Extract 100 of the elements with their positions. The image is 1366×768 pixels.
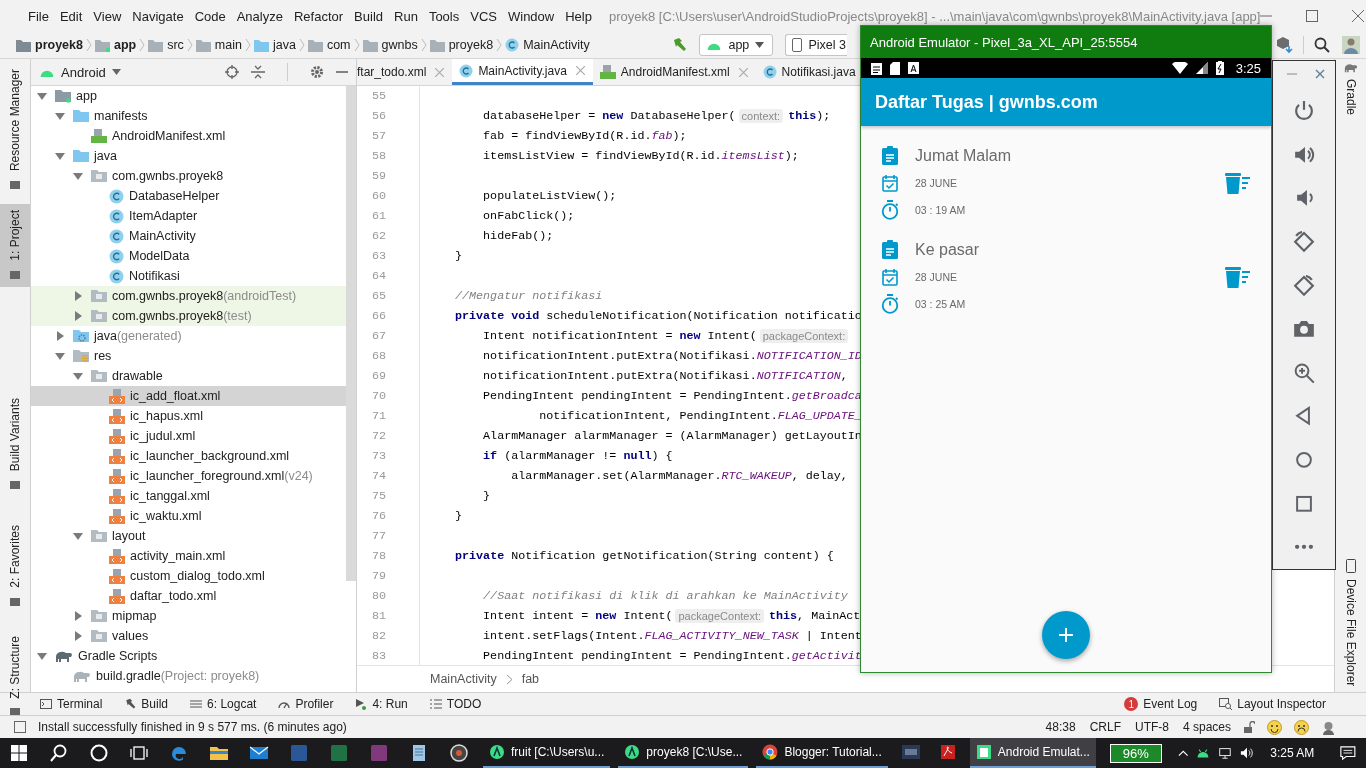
tool-window-tab[interactable]: TODO bbox=[429, 697, 482, 711]
expand-arrow-icon[interactable] bbox=[73, 371, 83, 381]
editor-tab[interactable]: AndroidManifest.xml bbox=[592, 59, 756, 85]
tool-window-tab[interactable]: 2: Favorites bbox=[0, 518, 30, 614]
caret-position[interactable]: 48:38 bbox=[1045, 720, 1076, 734]
menu-item[interactable]: Help bbox=[565, 8, 592, 24]
tree-item[interactable]: com.gwnbs.proyek8(androidTest) bbox=[31, 286, 346, 306]
tree-item[interactable]: com.gwnbs.proyek8 bbox=[31, 166, 346, 186]
expand-arrow-icon[interactable] bbox=[73, 631, 83, 641]
tool-window-tab[interactable]: 6: Logcat bbox=[190, 697, 257, 711]
tree-item[interactable]: ic_add_float.xml bbox=[31, 386, 346, 406]
breadcrumb-item[interactable]: MainActivity bbox=[430, 672, 497, 686]
menu-item[interactable]: Edit bbox=[59, 8, 83, 24]
tree-item[interactable]: MainActivity bbox=[31, 226, 346, 246]
document-icon[interactable] bbox=[289, 743, 309, 763]
tree-item[interactable]: ModelData bbox=[31, 246, 346, 266]
expand-arrow-icon[interactable] bbox=[55, 111, 65, 121]
tree-item[interactable]: Notifikasi bbox=[31, 266, 346, 286]
indent-setting[interactable]: 4 spaces bbox=[1182, 720, 1231, 734]
breadcrumb-item[interactable]: fab bbox=[521, 672, 540, 686]
delete-list-icon[interactable] bbox=[1223, 265, 1251, 288]
tree-item[interactable]: manifests bbox=[31, 106, 346, 126]
menu-item[interactable]: View bbox=[93, 8, 122, 24]
tree-item[interactable]: ic_launcher_background.xml bbox=[31, 446, 346, 466]
run-config-dropdown[interactable]: app bbox=[699, 34, 774, 56]
expand-arrow-icon[interactable] bbox=[55, 151, 65, 161]
settings-icon[interactable] bbox=[310, 65, 324, 79]
home-icon[interactable] bbox=[1293, 449, 1315, 471]
hammer-icon[interactable] bbox=[671, 37, 688, 53]
tree-item[interactable]: java bbox=[31, 146, 346, 166]
camera-icon[interactable] bbox=[1293, 318, 1315, 340]
taskbar-clock[interactable]: 3:25 AM bbox=[1270, 746, 1315, 760]
close-icon[interactable] bbox=[1352, 10, 1365, 22]
taskbar-button[interactable]: Android Emulat... bbox=[969, 738, 1096, 768]
taskbar-button[interactable]: proyek8 [C:\Use... bbox=[618, 738, 749, 768]
tree-item[interactable]: daftar_todo.xml bbox=[31, 586, 346, 606]
expand-arrow-icon[interactable] bbox=[55, 351, 65, 361]
tree-item[interactable]: Gradle Scripts bbox=[31, 646, 346, 666]
expand-arrow-icon[interactable] bbox=[73, 311, 83, 321]
cortana-circle-icon[interactable] bbox=[89, 743, 109, 763]
tree-item[interactable]: ic_hapus.xml bbox=[31, 406, 346, 426]
start-icon[interactable] bbox=[9, 743, 29, 763]
tree-item[interactable]: DatabaseHelper bbox=[31, 186, 346, 206]
tree-item[interactable]: activity_main.xml bbox=[31, 546, 346, 566]
tree-item[interactable]: ic_launcher_foreground.xml(v24) bbox=[31, 466, 346, 486]
breadcrumb-item[interactable]: proyek8 bbox=[16, 38, 83, 52]
caret-up-icon[interactable] bbox=[1177, 749, 1189, 757]
tree-item[interactable]: ic_waktu.xml bbox=[31, 506, 346, 526]
tree-item[interactable]: drawable bbox=[31, 366, 346, 386]
sdk-manager-icon[interactable] bbox=[1275, 36, 1293, 54]
event-log-tab[interactable]: 1 Event Log bbox=[1124, 697, 1198, 711]
tree-item[interactable]: app bbox=[31, 86, 346, 106]
sad-face-icon[interactable] bbox=[1294, 719, 1309, 735]
tool-window-tab[interactable]: Device File Explorer bbox=[1335, 559, 1366, 687]
happy-face-icon[interactable] bbox=[1267, 719, 1282, 735]
delete-list-icon[interactable] bbox=[1223, 171, 1251, 194]
close-icon[interactable] bbox=[1315, 69, 1325, 79]
rotate-left-icon[interactable] bbox=[1293, 230, 1315, 253]
breadcrumb-item[interactable]: src bbox=[148, 38, 184, 52]
expand-arrow-icon[interactable] bbox=[37, 91, 47, 101]
line-separator[interactable]: CRLF bbox=[1089, 720, 1121, 734]
breadcrumb-item[interactable]: com bbox=[307, 38, 351, 52]
file-encoding[interactable]: UTF-8 bbox=[1134, 720, 1169, 734]
power-icon[interactable] bbox=[1293, 100, 1315, 122]
breadcrumb-item[interactable]: main bbox=[195, 38, 242, 52]
locate-icon[interactable] bbox=[225, 65, 239, 79]
expand-arrow-icon[interactable] bbox=[37, 651, 47, 661]
tool-window-tab[interactable]: Gradle bbox=[1335, 63, 1366, 116]
view-dropdown[interactable]: Android bbox=[39, 64, 121, 80]
menu-item[interactable]: Refactor bbox=[293, 8, 344, 24]
panel-toggle-icon[interactable] bbox=[14, 721, 26, 733]
scrollbar[interactable] bbox=[346, 86, 356, 581]
layout-inspector-tab[interactable]: Layout Inspector bbox=[1219, 697, 1326, 711]
tree-item[interactable]: custom_dialog_todo.xml bbox=[31, 566, 346, 586]
spreadsheet-icon[interactable] bbox=[329, 743, 349, 763]
task-view-icon[interactable] bbox=[129, 743, 149, 763]
tool-window-tab[interactable]: Profiler bbox=[278, 697, 334, 711]
tree-item[interactable]: AndroidManifest.xml bbox=[31, 126, 346, 146]
tool-window-tab[interactable]: Z: Structure bbox=[0, 629, 30, 725]
menu-item[interactable]: Run bbox=[394, 8, 418, 24]
editor-tab[interactable]: Notifikasi.java bbox=[755, 59, 856, 85]
android-logo-icon[interactable] bbox=[1196, 747, 1211, 759]
inspector-icon[interactable] bbox=[1321, 719, 1336, 735]
expand-arrow-icon[interactable] bbox=[73, 291, 83, 301]
search-icon[interactable] bbox=[49, 743, 69, 763]
tool-window-tab[interactable]: 4: Run bbox=[355, 697, 408, 711]
expand-arrow-icon[interactable] bbox=[73, 531, 83, 541]
tree-item[interactable]: ic_judul.xml bbox=[31, 426, 346, 446]
lock-icon[interactable] bbox=[1243, 720, 1255, 734]
device-dropdown[interactable]: Pixel 3 bbox=[785, 34, 847, 56]
tree-item[interactable]: mipmap bbox=[31, 606, 346, 626]
breadcrumb-item[interactable]: app bbox=[94, 38, 137, 52]
collapse-all-icon[interactable] bbox=[251, 65, 265, 79]
tree-item[interactable]: ic_tanggal.xml bbox=[31, 486, 346, 506]
tree-item[interactable]: layout bbox=[31, 526, 346, 546]
media-player-icon[interactable] bbox=[449, 743, 469, 763]
avatar-icon[interactable] bbox=[1342, 36, 1360, 54]
tree-item[interactable]: ItemAdapter bbox=[31, 206, 346, 226]
add-button[interactable] bbox=[1042, 611, 1090, 659]
menu-item[interactable]: Window bbox=[507, 8, 555, 24]
